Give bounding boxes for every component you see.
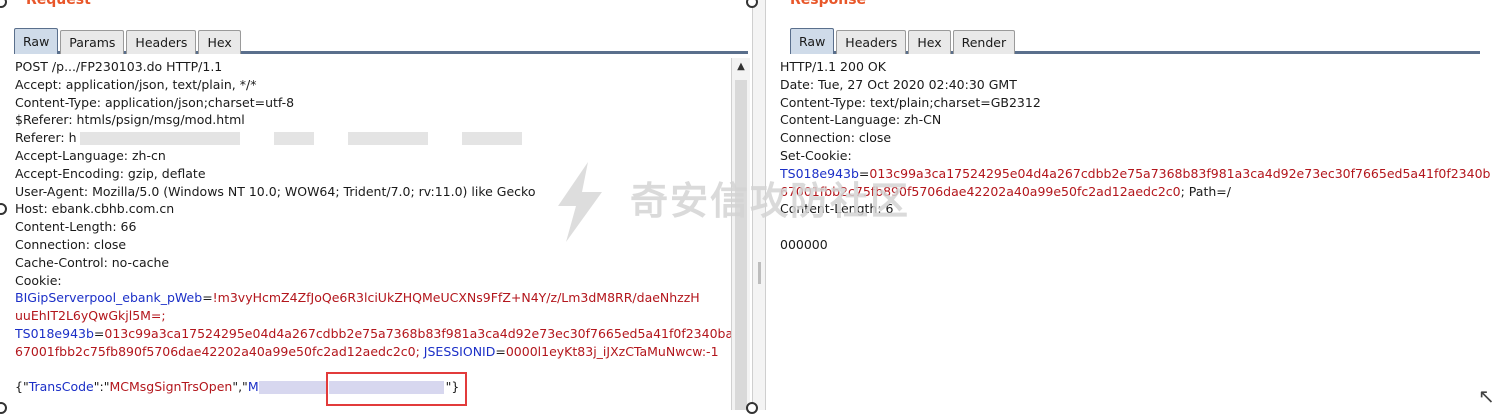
json-punct: {" <box>15 379 29 395</box>
cookie-value: 0000l1eyKt83j_iJXzCTaMuNwcw:-1 <box>505 343 719 359</box>
tab-params[interactable]: Params <box>60 30 125 54</box>
cookie-value: 013c99a3ca17524295e04d4a267cdbb2e75a7368… <box>104 325 733 341</box>
cookie-key: TS018e943b <box>15 325 94 341</box>
scroll-thumb[interactable] <box>735 80 747 410</box>
request-panel: Request Raw Params Headers Hex POST /p..… <box>0 0 752 410</box>
request-editor[interactable]: POST /p.../FP230103.do HTTP/1.1 Accept: … <box>15 58 733 396</box>
response-editor[interactable]: HTTP/1.1 200 OK Date: Tue, 27 Oct 2020 0… <box>780 58 1490 254</box>
header-referer: Referer: h <box>15 129 733 147</box>
status-line: HTTP/1.1 200 OK <box>780 59 886 74</box>
cookie-line: 67001fbb2c75fb890f5706dae42202a40a99e50f… <box>15 343 733 361</box>
resize-handle[interactable] <box>0 402 7 414</box>
cookie-eq: = <box>495 343 506 359</box>
redacted-block <box>274 132 315 146</box>
redacted-block <box>258 381 327 395</box>
header-content-type: Content-Type: application/json;charset=u… <box>15 94 295 110</box>
header-accept-language: Accept-Language: zh-cn <box>15 147 166 163</box>
request-tabs: Raw Params Headers Hex <box>14 26 748 54</box>
tab-hex[interactable]: Hex <box>198 30 241 54</box>
cookie-line: BIGipServerpool_ebank_pWeb=!m3vyHcmZ4ZfJ… <box>15 289 733 307</box>
json-value: MCMsgSignTrsOpen <box>109 379 233 395</box>
highlight-box <box>326 372 467 406</box>
cookie-path: ; Path=/ <box>1180 183 1231 199</box>
cookie-line: TS018e943b=013c99a3ca17524295e04d4a267cd… <box>15 325 733 343</box>
header-date: Date: Tue, 27 Oct 2020 02:40:30 GMT <box>780 76 1017 92</box>
cookie-value: uuEhIT2L6yQwGkjl5M=; <box>15 308 166 324</box>
cookie-value: 67001fbb2c75fb890f5706dae42202a40a99e50f… <box>780 183 1181 199</box>
set-cookie-line: 67001fbb2c75fb890f5706dae42202a40a99e50f… <box>780 183 1490 201</box>
header-accept-encoding: Accept-Encoding: gzip, deflate <box>15 165 206 181</box>
request-line: POST /p.../FP230103.do HTTP/1.1 <box>15 59 223 74</box>
response-tabs: Raw Headers Hex Render <box>790 26 1480 54</box>
header-accept: Accept: application/json, text/plain, */… <box>15 76 257 92</box>
cookie-line: uuEhIT2L6yQwGkjl5M=; <box>15 307 733 325</box>
header-set-cookie: Set-Cookie: <box>780 147 852 163</box>
header-content-language: Content-Language: zh-CN <box>780 112 942 128</box>
cookie-value: 013c99a3ca17524295e04d4a267cdbb2e75a7368… <box>869 165 1490 181</box>
tab-raw[interactable]: Raw <box>14 28 59 54</box>
redacted-block <box>462 132 523 146</box>
header-user-agent: User-Agent: Mozilla/5.0 (Windows NT 10.0… <box>15 183 536 199</box>
request-title: Request <box>26 0 91 8</box>
request-scrollbar[interactable]: ▲ <box>731 58 750 410</box>
header-connection: Connection: close <box>15 236 127 252</box>
header-content-length: Content-Length: 6 <box>780 201 894 217</box>
divider-grip[interactable] <box>758 262 761 284</box>
json-punct: "," <box>232 379 248 395</box>
header-content-type: Content-Type: text/plain;charset=GB2312 <box>780 94 1041 110</box>
tab-hex[interactable]: Hex <box>908 30 951 54</box>
cookie-eq: = <box>202 290 213 306</box>
cookie-key: TS018e943b <box>780 165 859 181</box>
header-host: Host: ebank.cbhb.com.cn <box>15 201 175 217</box>
response-body: 000000 <box>780 236 828 252</box>
header-cookie: Cookie: <box>15 272 62 288</box>
redacted-block <box>348 132 429 146</box>
header-connection: Connection: close <box>780 130 892 146</box>
response-title: Response <box>790 0 867 8</box>
tab-headers[interactable]: Headers <box>836 30 907 54</box>
tab-render[interactable]: Render <box>952 30 1016 54</box>
referer-text: Referer: h <box>15 130 77 146</box>
cookie-value: 67001fbb2c75fb890f5706dae42202a40a99e50f… <box>15 343 424 359</box>
scroll-up-icon[interactable]: ▲ <box>732 58 750 76</box>
json-key: M <box>247 379 259 395</box>
tab-raw[interactable]: Raw <box>790 28 835 54</box>
cookie-key: BIGipServerpool_ebank_pWeb <box>15 290 203 306</box>
cookie-eq: = <box>858 165 870 181</box>
json-punct: ":" <box>93 379 110 395</box>
cursor-arrow-icon: ↖ <box>1478 384 1495 408</box>
resize-handle[interactable] <box>746 402 758 414</box>
cookie-eq: = <box>93 325 105 341</box>
header-content-length: Content-Length: 66 <box>15 219 137 235</box>
json-key: TransCode <box>28 379 94 395</box>
tab-headers[interactable]: Headers <box>126 30 197 54</box>
header-dollar-referer: $Referer: htmls/psign/msg/mod.html <box>15 112 245 128</box>
header-cache-control: Cache-Control: no-cache <box>15 254 170 270</box>
cookie-value: !m3vyHcmZ4ZfJoQe6R3lciUkZHQMeUCXNs9FfZ+N… <box>212 290 700 306</box>
redacted-block <box>80 132 241 146</box>
split-divider[interactable] <box>752 0 766 410</box>
response-panel: Response Raw Headers Hex Render HTTP/1.1… <box>768 0 1497 410</box>
set-cookie-line: TS018e943b=013c99a3ca17524295e04d4a267cd… <box>780 165 1490 183</box>
cookie-key: JSESSIONID <box>423 343 496 359</box>
